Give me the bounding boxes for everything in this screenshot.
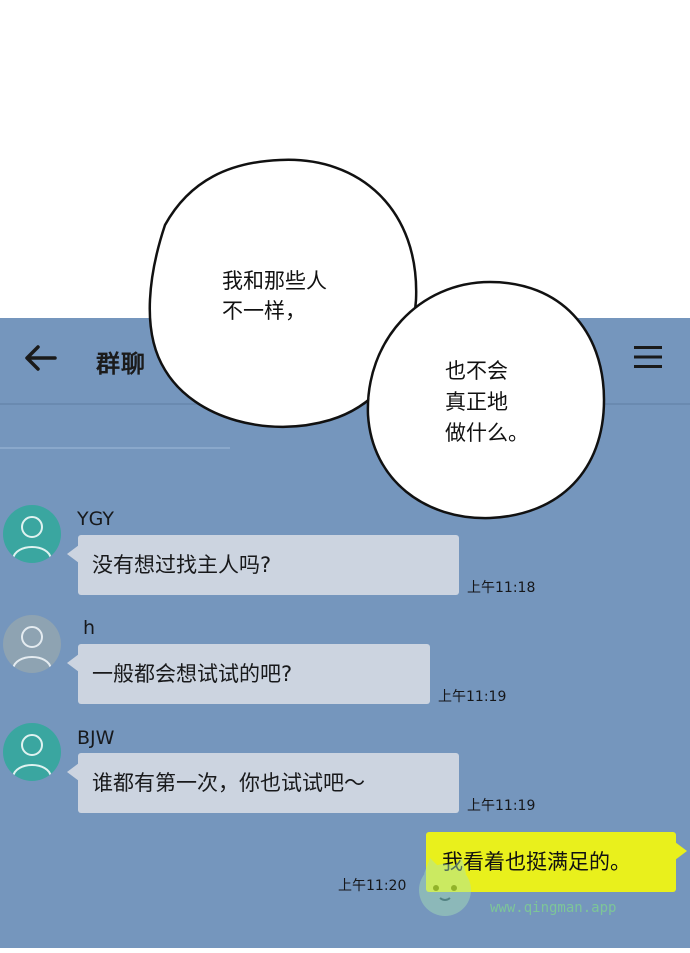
header-divider [0,403,690,405]
default-user-icon [12,626,52,670]
watermark-text: www.qingman.app [490,900,617,916]
speech-line: 也不会 [445,359,508,383]
avatar[interactable] [3,615,61,673]
message-bubble[interactable]: 没有想过找主人吗? [67,535,459,595]
message-bubble[interactable]: 谁都有第一次，你也试试吧～ [67,753,459,813]
sender-name: YGY [77,508,114,530]
avatar[interactable] [3,505,61,563]
watermark-cat-logo-icon [419,858,471,916]
sender-name: h [83,617,96,639]
page-title: 群聊 [96,350,146,378]
sender-name: BJW [77,727,115,749]
bottom-strip [0,948,690,953]
speech-line: 不一样， [222,299,306,323]
message-time: 上午11:19 [438,689,507,705]
default-user-icon [12,734,52,778]
arrow-left-icon[interactable] [22,343,58,373]
speech-line: 做什么。 [445,421,529,445]
avatar[interactable] [3,723,61,781]
default-user-icon [12,516,52,560]
hamburger-menu-icon[interactable] [632,344,664,370]
message-bubble[interactable]: 一般都会想试试的吧? [67,644,430,704]
speech-line: 真正地 [445,390,508,414]
message-time: 上午11:20 [338,878,407,894]
speech-line: 我和那些人 [222,269,327,293]
message-time: 上午11:19 [467,798,536,814]
message-time: 上午11:18 [467,580,536,596]
sub-divider [0,447,230,449]
speech-bubble-right-text: 也不会 真正地 做什么。 [445,356,529,449]
speech-bubble-left-text: 我和那些人 不一样， [222,266,327,326]
